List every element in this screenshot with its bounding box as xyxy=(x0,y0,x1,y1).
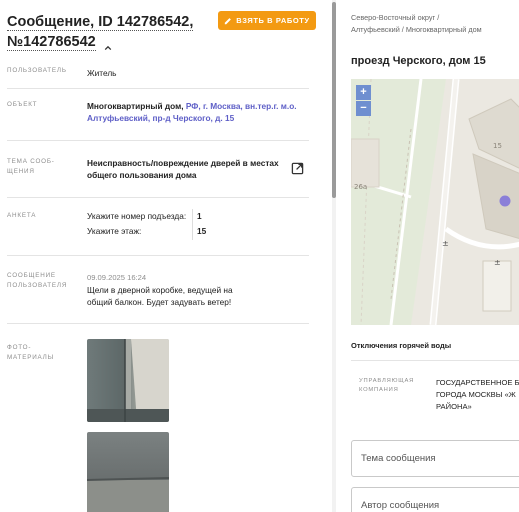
zoom-out-button[interactable]: − xyxy=(356,101,371,116)
scrollbar-thumb[interactable] xyxy=(332,2,336,198)
topic-input[interactable] xyxy=(352,441,519,476)
user-message-label: СООБЩЕНИЕ ПОЛЬЗОВАТЕЛЯ xyxy=(7,271,79,291)
form-a2: 15 xyxy=(197,226,207,236)
object-address-link-1[interactable]: РФ, г. Москва, вн.тер.г. м.о. xyxy=(186,101,297,111)
management-company-label-line1: УПРАВЛЯЮЩАЯ xyxy=(359,378,415,384)
topic-value-line2: общего пользования дома xyxy=(87,170,197,180)
object-value: Многоквартирный дом, РФ, г. Москва, вн.т… xyxy=(87,100,317,124)
zoom-in-button[interactable]: + xyxy=(356,85,371,100)
user-message-label-line2: ПОЛЬЗОВАТЕЛЯ xyxy=(7,282,68,289)
management-company-label: УПРАВЛЯЮЩАЯ КОМПАНИЯ xyxy=(359,377,429,395)
divider xyxy=(7,197,309,198)
message-text-line2: общий балкон. Будет задувать ветер! xyxy=(87,297,232,307)
user-value: Житель xyxy=(87,68,117,78)
divider xyxy=(7,88,309,89)
message-date: 09.09.2025 16:24 xyxy=(87,273,147,282)
management-company-label-line2: КОМПАНИЯ xyxy=(359,387,399,393)
form-label: АНКЕТА xyxy=(7,212,37,219)
form-q2: Укажите этаж: xyxy=(87,226,142,236)
photos-label: ФОТО- МАТЕРИАЛЫ xyxy=(7,343,79,363)
object-address-link-2[interactable]: Алтуфьевский, пр-д Черского, д. 15 xyxy=(87,113,234,123)
form-separator xyxy=(192,209,193,240)
divider xyxy=(7,323,309,324)
svg-text:±: ± xyxy=(494,258,501,267)
breadcrumb-line2[interactable]: Алтуфьевский / Многоквартирный дом xyxy=(351,25,482,34)
photos-label-line1: ФОТО- xyxy=(7,344,32,351)
breadcrumb-line1[interactable]: Северо-Восточный округ / xyxy=(351,13,439,22)
topic-field[interactable] xyxy=(351,440,519,477)
message-title-line2: №142786542 xyxy=(7,34,96,51)
divider xyxy=(351,360,519,361)
divider xyxy=(7,140,309,141)
author-input[interactable] xyxy=(352,488,519,512)
take-to-work-button[interactable]: ВЗЯТЬ В РАБОТУ xyxy=(218,11,316,30)
photo-thumbnail[interactable] xyxy=(87,339,169,422)
message-panel: Сообщение, ID 142786542, №142786542 ВЗЯТ… xyxy=(0,0,332,512)
message-text-line1: Щели в дверной коробке, ведущей на xyxy=(87,285,233,295)
pencil-icon xyxy=(225,17,232,24)
topic-label-line2: ЩЕНИЯ xyxy=(7,168,35,175)
chevron-up-icon[interactable] xyxy=(104,38,112,51)
user-message-label-line1: СООБЩЕНИЕ xyxy=(7,272,56,279)
form-q1: Укажите номер подъезда: xyxy=(87,211,187,221)
divider xyxy=(7,255,309,256)
user-label: ПОЛЬЗОВАТЕЛЬ xyxy=(7,67,67,74)
map-building-number: 15 xyxy=(493,142,502,150)
message-title: Сообщение, ID 142786542, №142786542 xyxy=(7,12,207,52)
topic-value-line1: Неисправность/повреждение дверей в места… xyxy=(87,158,279,168)
object-panel: Северо-Восточный округ / Алтуфьевский / … xyxy=(342,0,519,512)
open-external-icon[interactable] xyxy=(291,162,304,175)
breadcrumb: Северо-Восточный округ / Алтуфьевский / … xyxy=(351,12,519,36)
topic-value: Неисправность/повреждение дверей в места… xyxy=(87,157,287,181)
location-marker[interactable] xyxy=(499,195,511,207)
object-address-title: проезд Черского, дом 15 xyxy=(351,55,486,67)
topic-label: ТЕМА СООБ- ЩЕНИЯ xyxy=(7,157,79,177)
form-a1: 1 xyxy=(197,211,202,221)
photo-thumbnail[interactable] xyxy=(87,432,169,512)
svg-text:±: ± xyxy=(442,239,449,248)
photos-label-line2: МАТЕРИАЛЫ xyxy=(7,354,54,361)
hot-water-section-title: Отключения горячей воды xyxy=(351,341,452,350)
map-canvas: 15 26а ± ± xyxy=(351,79,519,325)
map[interactable]: 15 26а ± ± + − xyxy=(351,79,519,325)
message-title-line1: Сообщение, ID 142786542, xyxy=(7,14,194,31)
management-company-line2: ГОРОДА МОСКВЫ «Ж xyxy=(436,390,516,399)
map-lot-label: 26а xyxy=(354,183,367,191)
message-text: Щели в дверной коробке, ведущей на общий… xyxy=(87,284,233,308)
management-company-value: ГОСУДАРСТВЕННОЕ Б ГОРОДА МОСКВЫ «Ж РАЙОН… xyxy=(436,377,519,413)
take-to-work-label: ВЗЯТЬ В РАБОТУ xyxy=(236,16,310,25)
object-label: ОБЪЕКТ xyxy=(7,101,38,108)
management-company-line1: ГОСУДАРСТВЕННОЕ Б xyxy=(436,378,519,387)
management-company-line3: РАЙОНА» xyxy=(436,402,472,411)
author-field[interactable] xyxy=(351,487,519,512)
object-type: Многоквартирный дом, xyxy=(87,101,184,111)
topic-label-line1: ТЕМА СООБ- xyxy=(7,158,55,165)
